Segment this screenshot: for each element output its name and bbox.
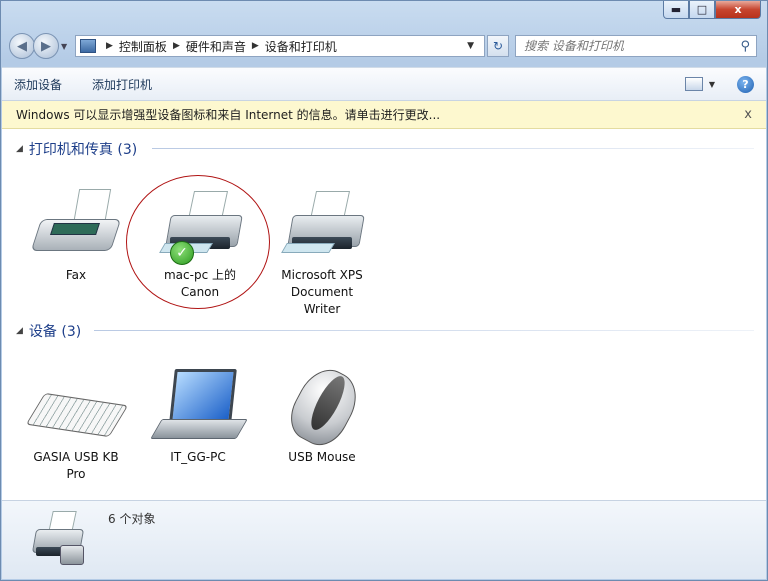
recent-pages-dropdown[interactable]: ▼: [61, 42, 71, 51]
device-label: Pro: [66, 467, 86, 481]
device-label: Fax: [65, 268, 87, 282]
control-panel-icon: [80, 39, 96, 53]
search-icon[interactable]: ⚲: [740, 39, 750, 54]
refresh-icon: ↻: [492, 39, 504, 53]
group-header-printers[interactable]: ◢ 打印机和传真 (3): [16, 139, 137, 159]
mouse-icon: [274, 360, 370, 454]
device-label: USB Mouse: [288, 450, 356, 464]
window-caption-buttons: ▬ □ x: [663, 1, 761, 19]
close-button[interactable]: x: [715, 1, 761, 19]
device-label: IT_GG-PC: [170, 450, 226, 464]
change-view-icon[interactable]: [684, 77, 703, 91]
fax-icon: [28, 185, 124, 265]
group-title: 设备 (3): [28, 324, 82, 340]
chevron-right-icon[interactable]: ▶: [106, 41, 113, 51]
back-button[interactable]: ◀: [9, 33, 35, 59]
device-label: Writer: [303, 302, 341, 316]
device-item-xps-writer[interactable]: Microsoft XPS Document Writer: [272, 185, 372, 318]
forward-button[interactable]: ▶: [33, 33, 59, 59]
maximize-button[interactable]: □: [689, 1, 715, 19]
printer-icon: ✓: [152, 185, 248, 265]
breadcrumb-hardware-sound[interactable]: 硬件和声音: [186, 38, 246, 55]
chevron-right-icon[interactable]: ▶: [173, 41, 180, 51]
device-item-keyboard[interactable]: GASIA USB KB Pro: [25, 367, 129, 483]
navigation-bar: ◀ ▶ ▼ ▶ 控制面板 ▶ 硬件和声音 ▶ 设备和打印机 ▼ ↻ ⚲: [9, 31, 759, 61]
close-icon[interactable]: x: [744, 107, 752, 122]
group-title: 打印机和传真 (3): [28, 142, 138, 158]
group-divider: [94, 330, 754, 331]
device-label: mac-pc 上的: [163, 268, 236, 282]
breadcrumb-control-panel[interactable]: 控制面板: [119, 38, 167, 55]
chevron-down-icon[interactable]: ▼: [467, 41, 474, 51]
device-label: GASIA USB KB: [33, 450, 119, 464]
item-count: 6 个对象: [108, 512, 156, 526]
search-input[interactable]: [522, 38, 741, 54]
add-printer-button[interactable]: 添加打印机: [92, 76, 152, 93]
device-item-fax[interactable]: Fax: [26, 185, 126, 284]
group-header-devices[interactable]: ◢ 设备 (3): [16, 321, 81, 341]
device-list: ◢ 打印机和传真 (3) Fax ✓ mac-pc 上的 Canon Micro…: [2, 129, 766, 500]
device-label: Document: [290, 285, 354, 299]
refresh-button[interactable]: ↻: [487, 35, 509, 57]
chevron-down-icon[interactable]: ▼: [709, 80, 715, 89]
chevron-right-icon[interactable]: ▶: [252, 41, 259, 51]
search-box[interactable]: ⚲: [515, 35, 757, 57]
info-bar[interactable]: Windows 可以显示增强型设备图标和来自 Internet 的信息。请单击进…: [2, 101, 766, 129]
device-item-computer[interactable]: IT_GG-PC: [148, 367, 248, 466]
device-item-mouse[interactable]: USB Mouse: [272, 360, 372, 466]
info-bar-message[interactable]: Windows 可以显示增强型设备图标和来自 Internet 的信息。请单击进…: [16, 106, 744, 123]
devices-printers-icon: [26, 507, 92, 573]
collapse-arrow-icon[interactable]: ◢: [16, 326, 23, 336]
back-arrow-icon: ◀: [17, 38, 27, 54]
device-label: Canon: [180, 285, 220, 299]
printer-icon: [274, 185, 370, 265]
command-bar: 添加设备 添加打印机 ▼ ?: [2, 67, 766, 101]
device-item-canon[interactable]: ✓ mac-pc 上的 Canon: [150, 185, 250, 301]
group-divider: [152, 148, 754, 149]
address-bar[interactable]: ▶ 控制面板 ▶ 硬件和声音 ▶ 设备和打印机 ▼: [75, 35, 485, 57]
minimize-button[interactable]: ▬: [663, 1, 689, 19]
default-check-icon: ✓: [170, 241, 194, 265]
collapse-arrow-icon[interactable]: ◢: [16, 144, 23, 154]
forward-arrow-icon: ▶: [41, 38, 51, 54]
keyboard-icon: [25, 367, 129, 447]
devices-and-printers-window: ▬ □ x ◀ ▶ ▼ ▶ 控制面板 ▶ 硬件和声音 ▶ 设备和打印机 ▼ ↻ …: [0, 0, 768, 581]
breadcrumb-devices-printers[interactable]: 设备和打印机: [265, 38, 337, 55]
device-label: Microsoft XPS: [281, 268, 363, 282]
add-device-button[interactable]: 添加设备: [14, 76, 62, 93]
details-pane: 6 个对象: [2, 500, 766, 579]
laptop-icon: [150, 367, 248, 447]
help-icon[interactable]: ?: [737, 75, 754, 93]
